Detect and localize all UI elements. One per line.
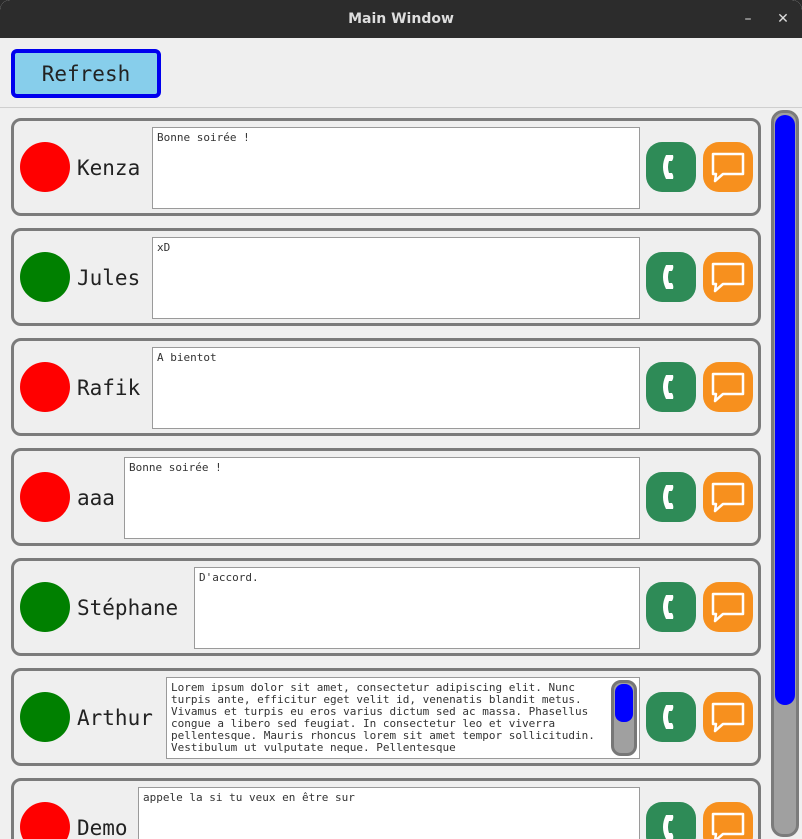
- title-bar: Main Window – ✕: [0, 0, 802, 38]
- main-window: Main Window – ✕ Refresh Kenza Bonne soir…: [0, 0, 802, 839]
- message-box[interactable]: Lorem ipsum dolor sit amet, consectetur …: [166, 677, 640, 759]
- phone-icon: [663, 375, 674, 399]
- status-indicator: [20, 802, 70, 839]
- contact-card: Kenza Bonne soirée !: [11, 118, 761, 216]
- message-box[interactable]: Bonne soirée !: [152, 127, 640, 209]
- phone-icon: [663, 815, 674, 839]
- status-indicator: [20, 142, 70, 192]
- chat-button[interactable]: [703, 692, 753, 742]
- chat-button[interactable]: [703, 252, 753, 302]
- chat-bubble-icon: [711, 262, 745, 293]
- message-box[interactable]: A bientot: [152, 347, 640, 429]
- call-button[interactable]: [646, 362, 696, 412]
- call-button[interactable]: [646, 582, 696, 632]
- chat-bubble-icon: [711, 482, 745, 513]
- phone-icon: [663, 705, 674, 729]
- chat-button[interactable]: [703, 472, 753, 522]
- contact-name: Rafik: [77, 376, 141, 400]
- minimize-button[interactable]: –: [737, 8, 759, 30]
- contact-card: Arthur Lorem ipsum dolor sit amet, conse…: [11, 668, 761, 766]
- phone-icon: [663, 485, 674, 509]
- message-scrollbar-thumb[interactable]: [615, 684, 633, 722]
- contact-list-scrollbar-thumb[interactable]: [775, 115, 795, 705]
- chat-button[interactable]: [703, 582, 753, 632]
- phone-icon: [663, 155, 674, 179]
- call-button[interactable]: [646, 252, 696, 302]
- status-indicator: [20, 362, 70, 412]
- contact-name: Jules: [77, 266, 141, 290]
- phone-icon: [663, 265, 674, 289]
- message-text: Lorem ipsum dolor sit amet, consectetur …: [171, 681, 595, 754]
- phone-icon: [663, 595, 674, 619]
- chat-button[interactable]: [703, 362, 753, 412]
- contact-card: Jules xD: [11, 228, 761, 326]
- contact-name: Stéphane: [77, 596, 179, 620]
- call-button[interactable]: [646, 472, 696, 522]
- call-button[interactable]: [646, 692, 696, 742]
- close-button[interactable]: ✕: [772, 8, 794, 30]
- chat-bubble-icon: [711, 592, 745, 623]
- chat-button[interactable]: [703, 802, 753, 839]
- contact-card: aaa Bonne soirée !: [11, 448, 761, 546]
- contact-list[interactable]: Kenza Bonne soirée ! Jules xD Rafik A bi…: [0, 109, 802, 839]
- chat-bubble-icon: [711, 152, 745, 183]
- refresh-button[interactable]: Refresh: [11, 49, 161, 98]
- message-box[interactable]: Bonne soirée !: [124, 457, 640, 539]
- toolbar: Refresh: [0, 38, 802, 108]
- contact-name: Demo: [77, 816, 128, 839]
- window-title: Main Window: [348, 11, 454, 27]
- contact-name: Arthur: [77, 706, 153, 730]
- status-indicator: [20, 252, 70, 302]
- contact-card: Rafik A bientot: [11, 338, 761, 436]
- contact-list-scrollbar[interactable]: [771, 110, 799, 837]
- message-box[interactable]: appele la si tu veux en être sur: [138, 787, 640, 839]
- message-box[interactable]: D'accord.: [194, 567, 640, 649]
- contact-name: Kenza: [77, 156, 141, 180]
- contact-card: Stéphane D'accord.: [11, 558, 761, 656]
- status-indicator: [20, 472, 70, 522]
- status-indicator: [20, 692, 70, 742]
- contact-card: Demo appele la si tu veux en être sur: [11, 778, 761, 839]
- message-scrollbar[interactable]: [611, 680, 637, 756]
- chat-bubble-icon: [711, 812, 745, 839]
- call-button[interactable]: [646, 802, 696, 839]
- status-indicator: [20, 582, 70, 632]
- chat-bubble-icon: [711, 372, 745, 403]
- message-box[interactable]: xD: [152, 237, 640, 319]
- chat-button[interactable]: [703, 142, 753, 192]
- call-button[interactable]: [646, 142, 696, 192]
- chat-bubble-icon: [711, 702, 745, 733]
- contact-name: aaa: [77, 486, 115, 510]
